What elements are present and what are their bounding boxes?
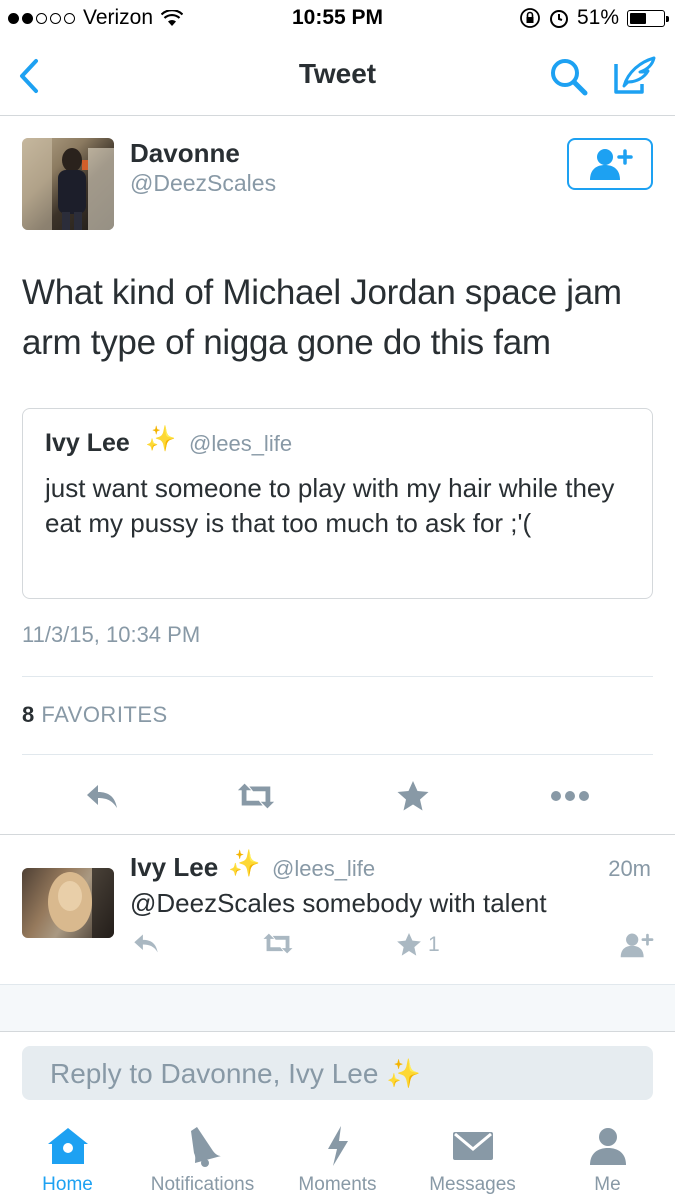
add-user-icon bbox=[620, 933, 654, 958]
bell-icon bbox=[190, 1127, 221, 1167]
tab-messages[interactable]: Messages bbox=[405, 1112, 540, 1200]
rotation-lock-icon bbox=[520, 8, 540, 28]
tab-label: Moments bbox=[298, 1174, 377, 1195]
reply-like-count: 1 bbox=[428, 932, 440, 956]
nav-bar: Tweet bbox=[0, 38, 675, 116]
avatar-photo bbox=[22, 138, 114, 230]
lightning-icon bbox=[327, 1126, 348, 1166]
sparkles-icon: ✨ bbox=[228, 848, 261, 878]
reply-avatar[interactable] bbox=[22, 868, 114, 938]
reply-icon bbox=[87, 785, 117, 808]
divider bbox=[22, 676, 653, 677]
quote-author-name: Ivy Lee bbox=[45, 429, 130, 457]
quoted-tweet[interactable]: Ivy Lee ✨ @lees_life just want someone t… bbox=[22, 408, 653, 599]
retweet-icon bbox=[263, 933, 293, 954]
tab-label: Me bbox=[594, 1174, 621, 1195]
tab-me[interactable]: Me bbox=[540, 1112, 675, 1200]
more-button[interactable] bbox=[550, 776, 590, 816]
sparkles-icon: ✨ bbox=[145, 425, 177, 453]
author-name[interactable]: Davonne bbox=[130, 138, 240, 169]
favorites-number: 8 bbox=[22, 702, 35, 727]
home-icon bbox=[47, 1128, 88, 1164]
reply-avatar-photo bbox=[22, 868, 114, 938]
quote-text: just want someone to play with my hair w… bbox=[45, 473, 615, 538]
reply-reply-button[interactable] bbox=[132, 932, 160, 954]
more-icon bbox=[551, 791, 589, 801]
envelope-icon bbox=[452, 1132, 493, 1160]
tab-home[interactable]: Home bbox=[0, 1112, 135, 1200]
tab-moments[interactable]: Moments bbox=[270, 1112, 405, 1200]
tab-label: Notifications bbox=[150, 1174, 255, 1195]
reply-icon bbox=[134, 934, 158, 953]
reply-author-handle[interactable]: @lees_life bbox=[272, 856, 375, 882]
reply-follow-button[interactable] bbox=[618, 932, 654, 958]
status-bar: Verizon 10:55 PM 51% bbox=[0, 0, 675, 38]
favorites-count[interactable]: 8 FAVORITES bbox=[22, 702, 168, 728]
add-user-icon bbox=[590, 149, 633, 180]
tab-bar: Home Notifications Moments Messages Me bbox=[0, 1112, 675, 1200]
reply-time: 20m bbox=[608, 856, 651, 881]
tweet-actions bbox=[0, 770, 675, 820]
tab-label: Messages bbox=[429, 1174, 516, 1195]
reply-retweet-button[interactable] bbox=[262, 932, 294, 955]
divider bbox=[0, 834, 675, 835]
avatar[interactable] bbox=[22, 138, 114, 230]
person-icon bbox=[589, 1128, 626, 1165]
tab-notifications[interactable]: Notifications bbox=[135, 1112, 270, 1200]
star-icon bbox=[397, 933, 421, 956]
reply-input[interactable]: Reply to Davonne, Ivy Lee ✨ bbox=[22, 1046, 653, 1100]
reply-text: @DeezScales somebody with talent bbox=[130, 888, 547, 918]
battery-percent: 51% bbox=[576, 6, 619, 29]
reply-button[interactable] bbox=[82, 776, 122, 816]
tweet-text: What kind of Michael Jordan space jam ar… bbox=[22, 273, 622, 362]
tab-label: Home bbox=[42, 1174, 93, 1195]
separator-band bbox=[0, 984, 675, 1032]
battery-icon bbox=[627, 9, 669, 27]
status-right: 51% bbox=[519, 6, 669, 30]
follow-button[interactable] bbox=[567, 138, 653, 190]
retweet-button[interactable] bbox=[236, 776, 276, 816]
favorites-label: FAVORITES bbox=[41, 702, 168, 727]
compose-icon[interactable] bbox=[610, 54, 658, 98]
reply-actions: 1 bbox=[0, 930, 675, 966]
star-icon bbox=[397, 781, 429, 811]
reply-author-name[interactable]: Ivy Lee bbox=[130, 852, 218, 883]
tweet-timestamp: 11/3/15, 10:34 PM bbox=[22, 622, 201, 647]
author-handle[interactable]: @DeezScales bbox=[130, 170, 276, 197]
retweet-icon bbox=[237, 783, 275, 809]
divider bbox=[22, 754, 653, 755]
reply-favorite-button[interactable]: 1 bbox=[396, 932, 440, 957]
favorite-button[interactable] bbox=[393, 776, 433, 816]
quote-author-handle: @lees_life bbox=[189, 431, 293, 456]
alarm-icon bbox=[549, 10, 568, 28]
search-icon[interactable] bbox=[548, 56, 590, 98]
